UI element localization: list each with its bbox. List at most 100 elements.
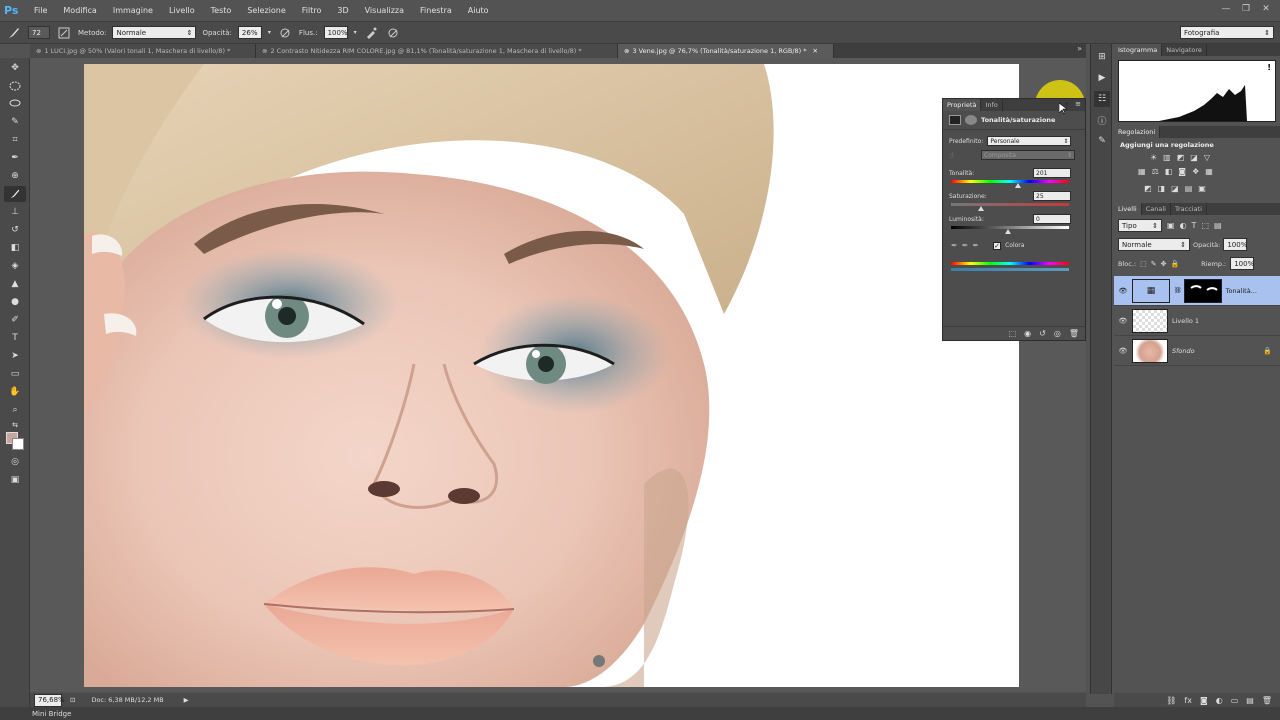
actions-panel-icon[interactable]: ▶	[1094, 70, 1110, 86]
menu-immagine[interactable]: Immagine	[105, 6, 161, 15]
histogram-warning-icon[interactable]: !	[1267, 63, 1271, 72]
history-brush-tool-icon[interactable]: ↺	[4, 222, 26, 238]
link-icon[interactable]: ⛓	[1174, 287, 1182, 294]
saturazione-slider[interactable]	[943, 201, 1085, 211]
type-tool-icon[interactable]: T	[4, 330, 26, 346]
adjustment-icon[interactable]	[949, 115, 961, 125]
hue-saturation-icon[interactable]: ▦	[1138, 167, 1146, 176]
tonalita-thumb[interactable]	[1015, 183, 1021, 188]
document-image[interactable]	[84, 64, 1019, 687]
clip-to-layer-icon[interactable]: ⬚	[1009, 329, 1017, 338]
layer-filter-select[interactable]: Tipo ⇕	[1118, 219, 1162, 232]
eye-icon[interactable]: 👁	[1114, 287, 1132, 295]
rectangle-tool-icon[interactable]: ▭	[4, 366, 26, 382]
menu-aiuto[interactable]: Aiuto	[460, 6, 497, 15]
tab-livelli[interactable]: Livelli	[1114, 203, 1142, 215]
tab-tracciati[interactable]: Tracciati	[1171, 203, 1207, 215]
view-previous-icon[interactable]: ◉	[1024, 329, 1031, 338]
menu-filtro[interactable]: Filtro	[294, 6, 330, 15]
link-layers-icon[interactable]: ⛓	[1166, 696, 1176, 705]
eyedropper-plus-icon[interactable]: ✒	[962, 241, 969, 250]
photo-filter-icon[interactable]: ◙	[1178, 167, 1186, 176]
screen-mode-icon[interactable]: ▣	[4, 472, 26, 488]
close-tab-icon[interactable]: ✕	[813, 47, 818, 55]
luminosita-thumb[interactable]	[1005, 229, 1011, 234]
hand-tool-icon[interactable]: ✋	[4, 384, 26, 400]
flusso-input[interactable]: 100%	[323, 26, 348, 39]
menu-file[interactable]: File	[26, 6, 55, 15]
eraser-tool-icon[interactable]: ◧	[4, 240, 26, 256]
channel-mixer-icon[interactable]: ❖	[1192, 167, 1199, 176]
visibility-icon[interactable]: ◎	[1054, 329, 1061, 338]
brush-panel-toggle-icon[interactable]	[56, 25, 72, 41]
vibrance-icon[interactable]: ▽	[1204, 153, 1210, 162]
color-swatches[interactable]	[4, 432, 26, 452]
status-menu-icon[interactable]: ▶	[184, 696, 189, 704]
workspace-select[interactable]: Fotografia ⇕	[1180, 26, 1274, 39]
black-white-icon[interactable]: ◧	[1165, 167, 1173, 176]
filter-pixel-icon[interactable]: ▣	[1167, 221, 1175, 230]
metodo-select[interactable]: Normale ⇕	[112, 26, 197, 39]
opacita-input[interactable]: 26%	[237, 26, 262, 39]
history-panel-icon[interactable]: ⊞	[1094, 49, 1110, 65]
marquee-tool-icon[interactable]	[4, 78, 26, 94]
colora-checkbox[interactable]: ✓	[993, 241, 1002, 250]
blend-mode-select[interactable]: Normale ⇕	[1118, 238, 1190, 251]
selective-color-icon[interactable]: ▣	[1198, 184, 1206, 193]
pen-tool-icon[interactable]: ✐	[4, 312, 26, 328]
color-lookup-icon[interactable]: ▦	[1205, 167, 1213, 176]
posterize-icon[interactable]: ◨	[1158, 184, 1166, 193]
gradient-map-icon[interactable]: ▤	[1185, 184, 1193, 193]
filter-type-icon[interactable]: T	[1192, 221, 1197, 230]
filter-adjust-icon[interactable]: ◐	[1180, 221, 1187, 230]
channel-select[interactable]: Composita ⇕	[981, 150, 1075, 160]
panel-menu-icon[interactable]: ≡	[1075, 100, 1081, 108]
tab-info[interactable]: Info	[981, 99, 1003, 111]
lock-pixels-icon[interactable]: ✎	[1151, 260, 1157, 268]
reset-icon[interactable]: ↺	[1039, 329, 1046, 338]
hand-adjust-icon[interactable]: ☝	[949, 151, 963, 160]
tab-proprieta[interactable]: Proprietà	[943, 99, 982, 111]
eyedropper-icon[interactable]: ✒	[951, 241, 958, 250]
minimize-button[interactable]: —	[1218, 2, 1234, 16]
luminosita-slider[interactable]	[943, 224, 1085, 234]
levels-icon[interactable]: ▥	[1163, 153, 1171, 162]
brush-presets-panel-icon[interactable]: ✎	[1094, 133, 1110, 149]
doc-tab-1[interactable]: ⊗ 1 LUCI.jpg @ 50% (Valori tonali 1, Mas…	[30, 44, 256, 58]
menu-selezione[interactable]: Selezione	[239, 6, 293, 15]
layer-row[interactable]: 👁 ▦ ⛓ Tonalità...	[1114, 276, 1280, 306]
eye-icon[interactable]: 👁	[1114, 317, 1132, 325]
doc-tab-3[interactable]: ⊗ 3 Vene.jpg @ 76,7% (Tonalità/saturazio…	[618, 44, 834, 58]
airbrush-icon[interactable]	[363, 25, 379, 41]
tab-regolazioni[interactable]: Regolazioni	[1114, 126, 1161, 138]
menu-livello[interactable]: Livello	[161, 6, 203, 15]
doc-tab-2[interactable]: ⊗ 2 Contrasto Nitidezza RIM COLORE.jpg @…	[256, 44, 618, 58]
new-adjustment-icon[interactable]: ◐	[1216, 696, 1223, 705]
brightness-contrast-icon[interactable]: ☀	[1150, 153, 1157, 162]
close-icon[interactable]: ⊗	[36, 47, 41, 55]
quick-mask-icon[interactable]: ◎	[4, 454, 26, 470]
eye-icon[interactable]: 👁	[1114, 347, 1132, 355]
pressure-opacity-icon[interactable]	[277, 25, 293, 41]
dodge-tool-icon[interactable]: ●	[4, 294, 26, 310]
tonalita-input[interactable]: 201	[1033, 168, 1071, 178]
swap-colors-icon[interactable]: ⇆	[4, 420, 26, 430]
crop-tool-icon[interactable]: ⌗	[4, 132, 26, 148]
path-selection-tool-icon[interactable]: ➤	[4, 348, 26, 364]
new-layer-icon[interactable]: ▤	[1246, 696, 1254, 705]
chevron-down-icon[interactable]: ▾	[268, 29, 271, 36]
layer-row[interactable]: 👁 Livello 1	[1114, 306, 1280, 336]
curves-icon[interactable]: ◩	[1177, 153, 1185, 162]
menu-visualizza[interactable]: Visualizza	[357, 6, 412, 15]
healing-brush-tool-icon[interactable]: ⊕	[4, 168, 26, 184]
tab-canali[interactable]: Canali	[1142, 203, 1171, 215]
lock-transparency-icon[interactable]: ⬚	[1140, 260, 1147, 268]
properties-panel-icon[interactable]: ☷	[1094, 91, 1110, 107]
quick-select-tool-icon[interactable]: ✎	[4, 114, 26, 130]
background-color[interactable]	[12, 438, 24, 450]
delete-icon[interactable]: 🗑	[1069, 329, 1079, 338]
add-mask-icon[interactable]: ◙	[1200, 696, 1208, 705]
tab-istogramma[interactable]: Istogramma	[1114, 44, 1163, 56]
zoom-tool-icon[interactable]: ⌕	[4, 402, 26, 418]
tab-navigatore[interactable]: Navigatore	[1162, 44, 1207, 56]
